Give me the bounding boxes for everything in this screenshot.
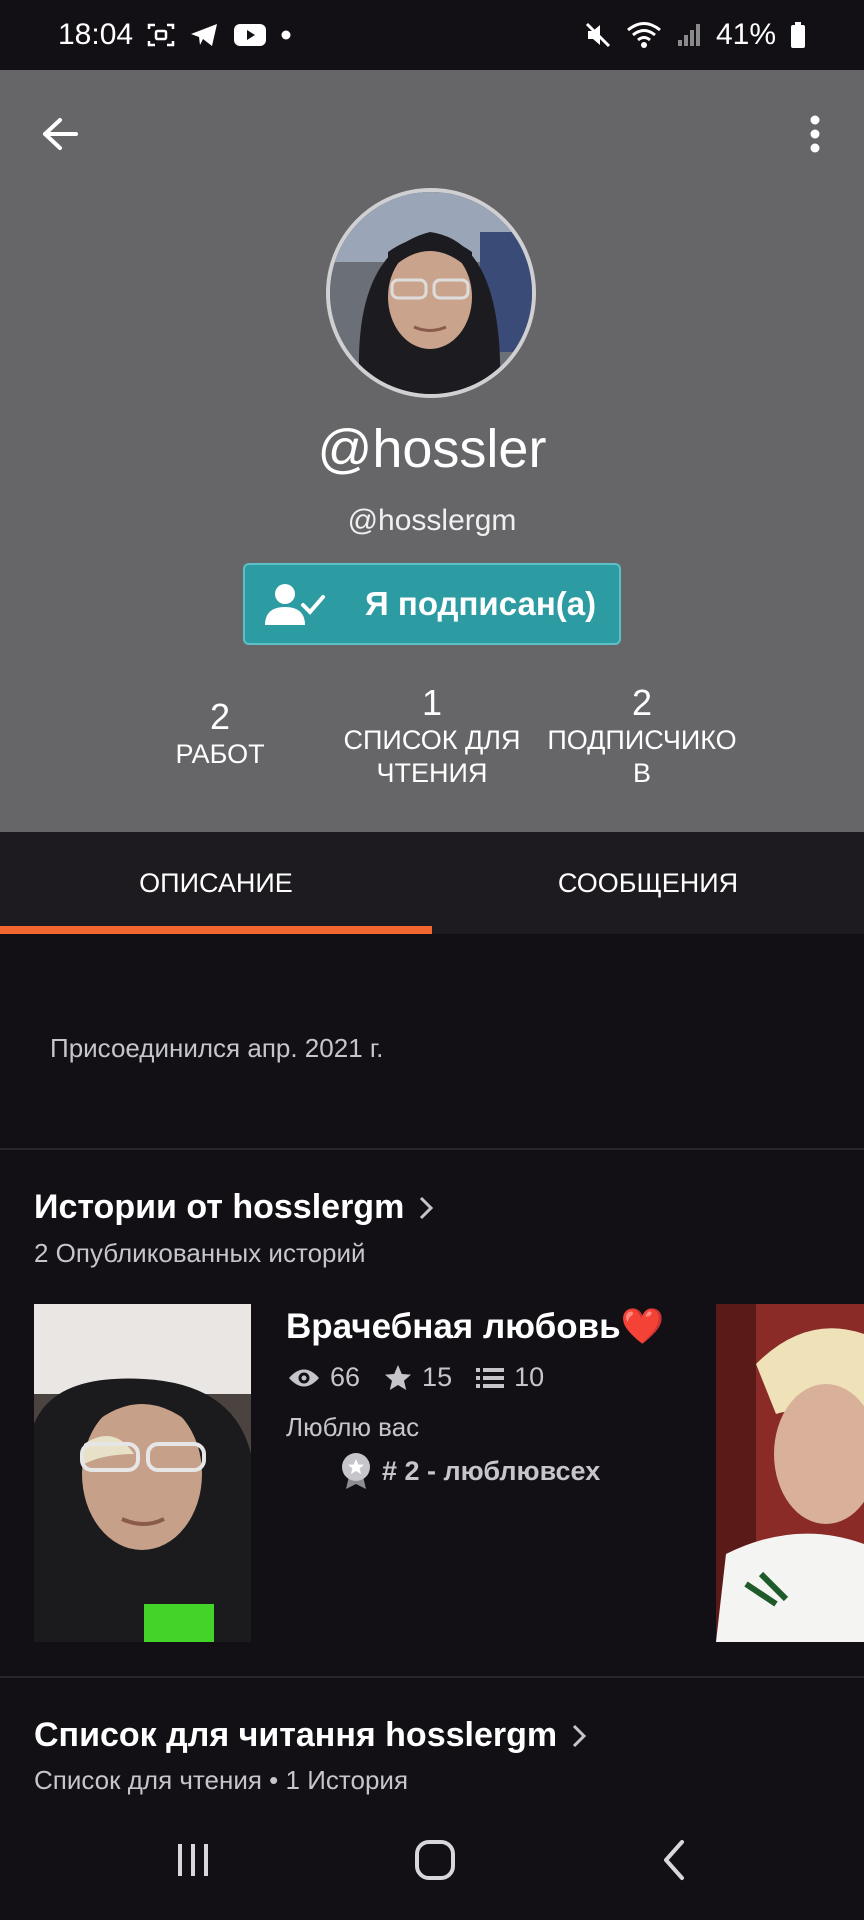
tab-about[interactable]: ОПИСАНИЕ [0,832,432,934]
more-vertical-icon [810,115,820,153]
profile-header: @hossler @hosslergm Я подписан(а) 2 РАБО… [0,70,864,832]
status-right: 41% [584,18,806,52]
system-back-button[interactable] [640,1828,710,1892]
stat-followers[interactable]: 2 ПОДПИСЧИКО В [532,682,752,790]
mute-icon [584,21,612,49]
reading-list-section-title[interactable]: Список для читання hosslergm [34,1716,587,1755]
ranking-badge-icon [342,1453,370,1489]
youtube-icon [233,23,267,47]
eye-icon [289,1369,319,1386]
story-votes-value: 15 [422,1362,453,1392]
stat-reading-lists[interactable]: 1 СПИСОК ДЛЯ ЧТЕНИЯ [322,682,542,790]
divider [0,1676,864,1678]
stat-followers-label-1: ПОДПИСЧИКО [547,725,737,755]
story-description: Люблю вас [286,1412,420,1442]
story-views-value: 66 [330,1362,361,1392]
home-button[interactable] [400,1828,470,1892]
stories-section-title[interactable]: Истории от hosslergm [34,1188,434,1227]
username: @hosslergm [347,504,517,537]
next-story-cover[interactable] [716,1304,864,1642]
story-rank[interactable]: # 2 - люблювсех [340,1452,600,1490]
stat-reading-lists-label-2: ЧТЕНИЯ [376,758,488,788]
reading-list-section-subtitle: Список для чтения • 1 История [34,1765,409,1795]
story-stats: 66 15 10 [288,1362,568,1393]
divider [0,1148,864,1150]
display-name: @hossler [317,419,547,479]
back-arrow-icon [43,118,78,150]
battery-icon [790,21,806,49]
chevron-left-icon [664,1840,684,1880]
following-button[interactable]: Я подписан(а) [243,563,621,645]
avatar[interactable] [326,188,536,398]
story-votes: 15 [384,1362,452,1393]
star-icon [385,1364,412,1390]
stat-followers-label-2: В [632,758,651,788]
stories-section-subtitle: 2 Опубликованных историй [34,1238,366,1268]
reading-list-section-title-text: Список для читання hosslergm [34,1716,558,1754]
following-label: Я подписан(а) [365,585,597,622]
story-title[interactable]: Врачебная любовь❤️ [286,1306,664,1347]
status-bar: 18:04 41% [0,0,864,70]
stat-reading-lists-label-1: СПИСОК ДЛЯ [343,725,521,755]
wifi-icon [626,21,662,49]
stat-followers-value: 2 [631,682,653,723]
chevron-right-icon [573,1724,587,1747]
story-cover[interactable] [34,1304,251,1642]
status-time: 18:04 [58,18,134,51]
more-options-button[interactable] [800,110,830,158]
screen-record-icon [147,23,175,47]
battery-percent: 41% [715,18,776,51]
stat-reading-lists-value: 1 [421,682,443,723]
status-left: 18:04 [58,18,584,52]
signal-icon [676,22,702,48]
system-nav-bar [0,1800,864,1920]
story-parts-value: 10 [514,1362,545,1392]
dot-icon [281,30,291,40]
user-check-icon [265,584,325,625]
recent-apps-icon [178,1844,208,1876]
story-rank-text: # 2 - люблювсех [382,1455,601,1486]
tab-messages[interactable]: СООБЩЕНИЯ [432,832,864,934]
profile-tabs: ОПИСАНИЕ СООБЩЕНИЯ [0,832,864,934]
story-parts: 10 [476,1362,544,1393]
stat-works-label: РАБОТ [175,739,265,769]
list-icon [476,1367,505,1388]
stat-works-value: 2 [209,696,231,737]
back-button[interactable] [36,110,84,158]
stat-works[interactable]: 2 РАБОТ [140,696,300,771]
recent-apps-button[interactable] [158,1828,228,1892]
joined-date: Присоединился апр. 2021 г. [50,1033,384,1063]
home-icon [415,1840,455,1880]
story-views: 66 [288,1362,360,1393]
stories-section-title-text: Истории от hosslergm [34,1188,405,1226]
chevron-right-icon [420,1196,434,1219]
telegram-icon [189,22,219,48]
profile-stats: 2 РАБОТ 1 СПИСОК ДЛЯ ЧТЕНИЯ 2 ПОДПИСЧИКО… [0,682,864,802]
